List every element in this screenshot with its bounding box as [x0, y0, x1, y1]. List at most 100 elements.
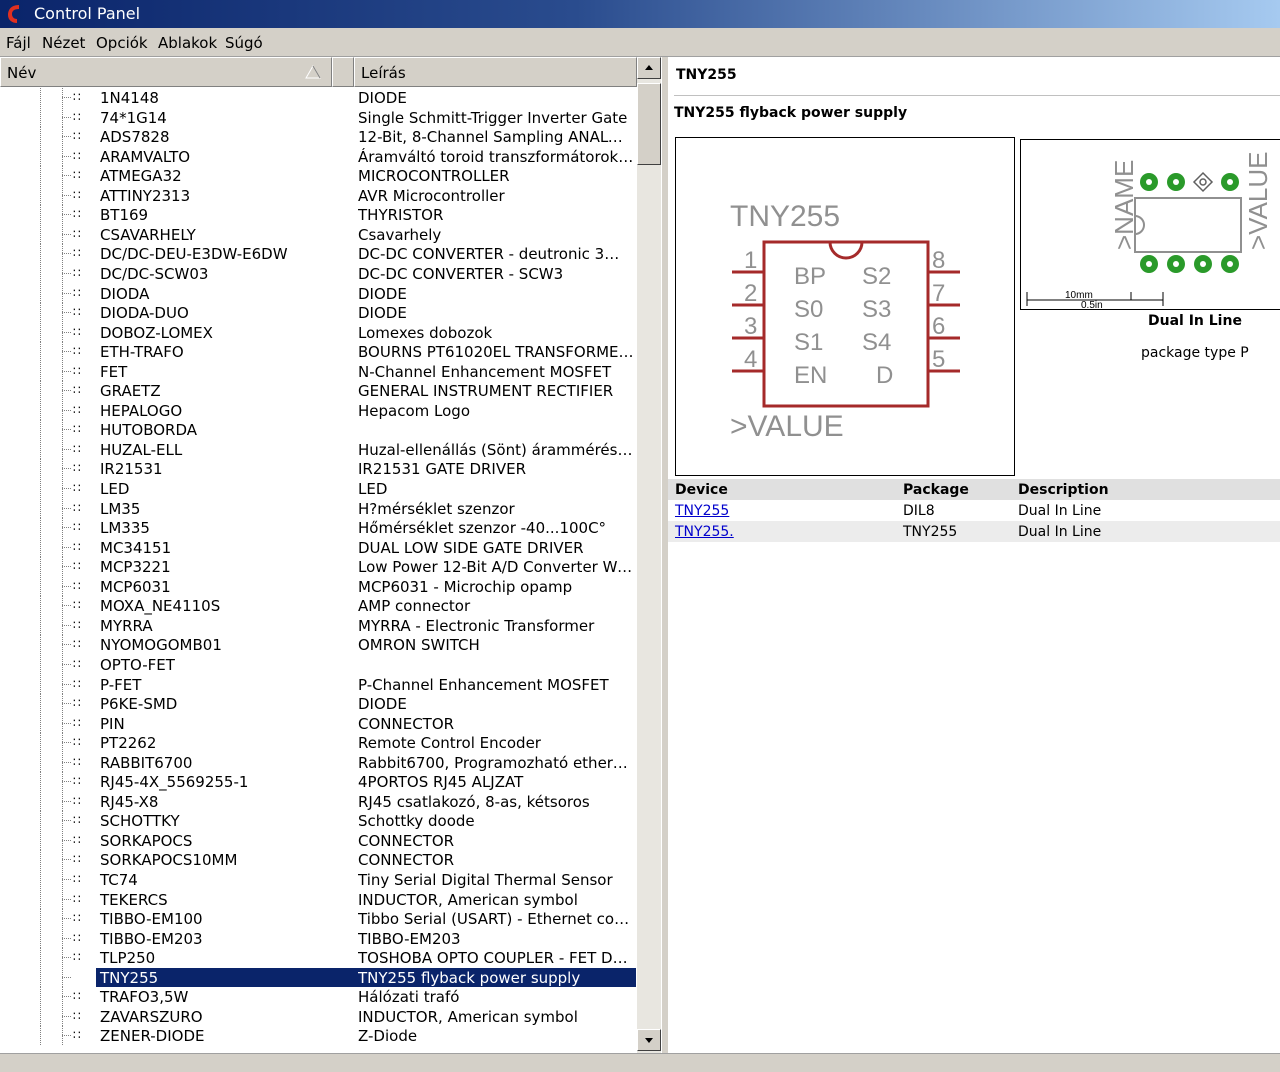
list-item[interactable]: ∷ TC74 Tiny Serial Digital Thermal Sensor: [0, 870, 636, 890]
list-item[interactable]: ∷ ARAMVALTO Áramváltó toroid transzformáto…: [0, 146, 636, 167]
footprint-pads: [1140, 173, 1239, 273]
device-icon: ∷: [73, 559, 81, 574]
list-item[interactable]: ∷ TIBBO-EM203 TIBBO-EM203: [0, 928, 636, 949]
header-description[interactable]: Description: [1018, 482, 1109, 498]
list-item[interactable]: ∷ PT2262 Remote Control Encoder: [0, 733, 636, 753]
tree-connector: [40, 557, 72, 577]
list-item-name: LM335: [100, 519, 150, 538]
list-item[interactable]: ∷ MOXA_NE4110S AMP connector: [0, 596, 636, 616]
list-item[interactable]: ∷ DC/DC-DEU-E3DW-E6DW DC-DC CONVERTER - de…: [0, 244, 636, 264]
list-item[interactable]: ∷ ATMEGA32 MICROCONTROLLER: [0, 166, 636, 186]
device-table-row[interactable]: TNY255. TNY255 Dual In Line: [668, 521, 1280, 542]
list-item[interactable]: ∷ SCHOTTKY Schottky doode: [0, 811, 636, 831]
header-device[interactable]: Device: [675, 482, 728, 498]
list-item-name: LED: [100, 480, 130, 498]
device-icon: ∷: [73, 422, 81, 437]
list-item[interactable]: ∷ P-FET P-Channel Enhancement MOSFET: [0, 674, 636, 695]
list-item[interactable]: ∷ FET N-Channel Enhancement MOSFET: [0, 361, 636, 382]
list-item[interactable]: ∷ OPTO-FET: [0, 654, 636, 675]
list-item-description: P-Channel Enhancement MOSFET: [358, 675, 609, 694]
list-item[interactable]: ∷ LED LED: [0, 479, 636, 499]
device-icon: ∷: [73, 617, 81, 632]
menu-options[interactable]: Opciók: [96, 34, 148, 52]
device-icon: ∷: [73, 265, 81, 280]
list-item[interactable]: ∷ GRAETZ GENERAL INSTRUMENT RECTIFIER: [0, 381, 636, 401]
pin-name-s4: S4: [862, 329, 891, 356]
list-item-description: Tibbo Serial (USART) - Ethernet converte…: [358, 910, 634, 929]
list-item-name: TNY255: [100, 968, 159, 987]
list-item[interactable]: ∷ DC/DC-SCW03 DC-DC CONVERTER - SCW3: [0, 263, 636, 284]
device-icon: ∷: [73, 832, 81, 847]
list-item-name: ZENER-DIODE: [100, 1027, 205, 1046]
list-item[interactable]: ∷ HUTOBORDA: [0, 420, 636, 440]
list-item[interactable]: ∷ CSAVARHELY Csavarhely: [0, 224, 636, 245]
list-item[interactable]: ∷ MCP3221 Low Power 12-Bit A/D Converter W…: [0, 557, 636, 577]
list-item[interactable]: ∷ P6KE-SMD DIODE: [0, 694, 636, 714]
list-item-description: DIODE: [358, 304, 407, 323]
list-item-description: 12-Bit, 8-Channel Sampling ANALOG-TO-DIG…: [358, 128, 634, 147]
device-link[interactable]: TNY255.: [675, 524, 734, 540]
column-header-description[interactable]: Leírás: [354, 57, 637, 87]
list-item[interactable]: ∷ SORKAPOCS CONNECTOR: [0, 830, 636, 851]
column-header-name[interactable]: Név: [0, 57, 332, 87]
list-item[interactable]: ∷ HUZAL-ELL Huzal-ellenállás (Sönt) árammé…: [0, 439, 636, 460]
device-table-row[interactable]: TNY255 DIL8 Dual In Line: [668, 500, 1280, 521]
list-item[interactable]: ∷ RJ45-4X_5569255-1 4PORTOS RJ45 ALJZAT: [0, 772, 636, 792]
symbol-body: [762, 240, 930, 408]
device-icon: ∷: [73, 168, 81, 183]
list-item-name: GRAETZ: [100, 382, 161, 401]
scroll-down-button[interactable]: [637, 1029, 661, 1051]
list-item-description: DC-DC CONVERTER - SCW3: [358, 264, 564, 283]
tree-connector: [40, 791, 72, 811]
list-item[interactable]: ∷ ATTINY2313 AVR Microcontroller: [0, 185, 636, 206]
menu-windows[interactable]: Ablakok: [158, 34, 217, 52]
tree-connector: [40, 498, 72, 518]
device-icon: ∷: [73, 324, 81, 339]
header-package[interactable]: Package: [903, 482, 969, 498]
list-item[interactable]: ∷ RABBIT6700 Rabbit6700, Programozható eth…: [0, 752, 636, 773]
list-item[interactable]: ∷ ZENER-DIODE Z-Diode: [0, 1026, 636, 1046]
list-item[interactable]: ∷ ZAVARSZURO INDUCTOR, American symbol: [0, 1006, 636, 1027]
menu-help[interactable]: Súgó: [225, 34, 263, 52]
device-icon: ∷: [73, 129, 81, 144]
device-icon: ∷: [73, 989, 81, 1004]
menu-view[interactable]: Nézet: [42, 34, 85, 52]
list-item[interactable]: ∷ MYRRA MYRRA - Electronic Transformer: [0, 615, 636, 636]
list-item[interactable]: ∷ PIN CONNECTOR: [0, 713, 636, 734]
list-item[interactable]: ∷ TLP250 TOSHOBA OPTO COUPLER - FET DRIVER: [0, 948, 636, 968]
tree-connector: [40, 654, 72, 674]
list-item-name: DIODA: [100, 284, 150, 303]
device-icon: ∷: [73, 852, 81, 867]
list-item[interactable]: ∷ DIODA DIODE: [0, 283, 636, 304]
list-item[interactable]: ∷ MCP6031 MCP6031 - Microchip opamp: [0, 576, 636, 597]
list-item[interactable]: ∷ DOBOZ-LOMEX Lomexes dobozok: [0, 322, 636, 343]
list-item[interactable]: ∷ TEKERCS INDUCTOR, American symbol: [0, 889, 636, 910]
list-item[interactable]: ∷ ETH-TRAFO BOURNS PT61020EL TRANSFORMER M…: [0, 342, 636, 362]
scroll-thumb[interactable]: [637, 83, 661, 165]
scroll-up-button[interactable]: [637, 57, 661, 79]
list-item-description: H?mérséklet szenzor: [358, 499, 515, 518]
device-icon: ∷: [73, 950, 81, 965]
list-item[interactable]: ∷ RJ45-X8 RJ45 csatlakozó, 8-as, kétsoros: [0, 791, 636, 812]
device-link[interactable]: TNY255: [675, 503, 729, 519]
list-item[interactable]: ∷ MC34151 DUAL LOW SIDE GATE DRIVER: [0, 537, 636, 558]
list-item[interactable]: ∷ TNY255 TNY255 flyback power supply: [0, 967, 636, 988]
device-icon: ∷: [73, 930, 81, 945]
list-item[interactable]: ∷ NYOMOGOMB01 OMRON SWITCH: [0, 635, 636, 655]
list-item[interactable]: ∷ IR21531 IR21531 GATE DRIVER: [0, 459, 636, 479]
list-item[interactable]: ∷ LM335 Hőmérséklet szenzor -40...100C°: [0, 518, 636, 538]
list-item[interactable]: ∷ 1N4148 DIODE: [0, 88, 636, 108]
list-item[interactable]: ∷ ADS7828 12-Bit, 8-Channel Sampling ANALO…: [0, 127, 636, 147]
list-item[interactable]: ∷ LM35 H?mérséklet szenzor: [0, 498, 636, 519]
menu-file[interactable]: Fájl: [6, 34, 31, 52]
list-item[interactable]: ∷ DIODA-DUO DIODE: [0, 303, 636, 323]
list-item[interactable]: ∷ HEPALOGO Hepacom Logo: [0, 400, 636, 421]
list-item[interactable]: ∷ TIBBO-EM100 Tibbo Serial (USART) - Ether…: [0, 909, 636, 929]
device-icon: ∷: [73, 481, 81, 495]
vertical-scrollbar[interactable]: [637, 57, 661, 1053]
list-item[interactable]: ∷ 74*1G14 Single Schmitt-Trigger Inverter …: [0, 107, 636, 128]
list-item[interactable]: ∷ SORKAPOCS10MM CONNECTOR: [0, 850, 636, 870]
list-item[interactable]: ∷ BT169 THYRISTOR: [0, 205, 636, 225]
device-icon: ∷: [73, 461, 81, 476]
list-item[interactable]: ∷ TRAFO3,5W Hálózati trafó: [0, 987, 636, 1007]
